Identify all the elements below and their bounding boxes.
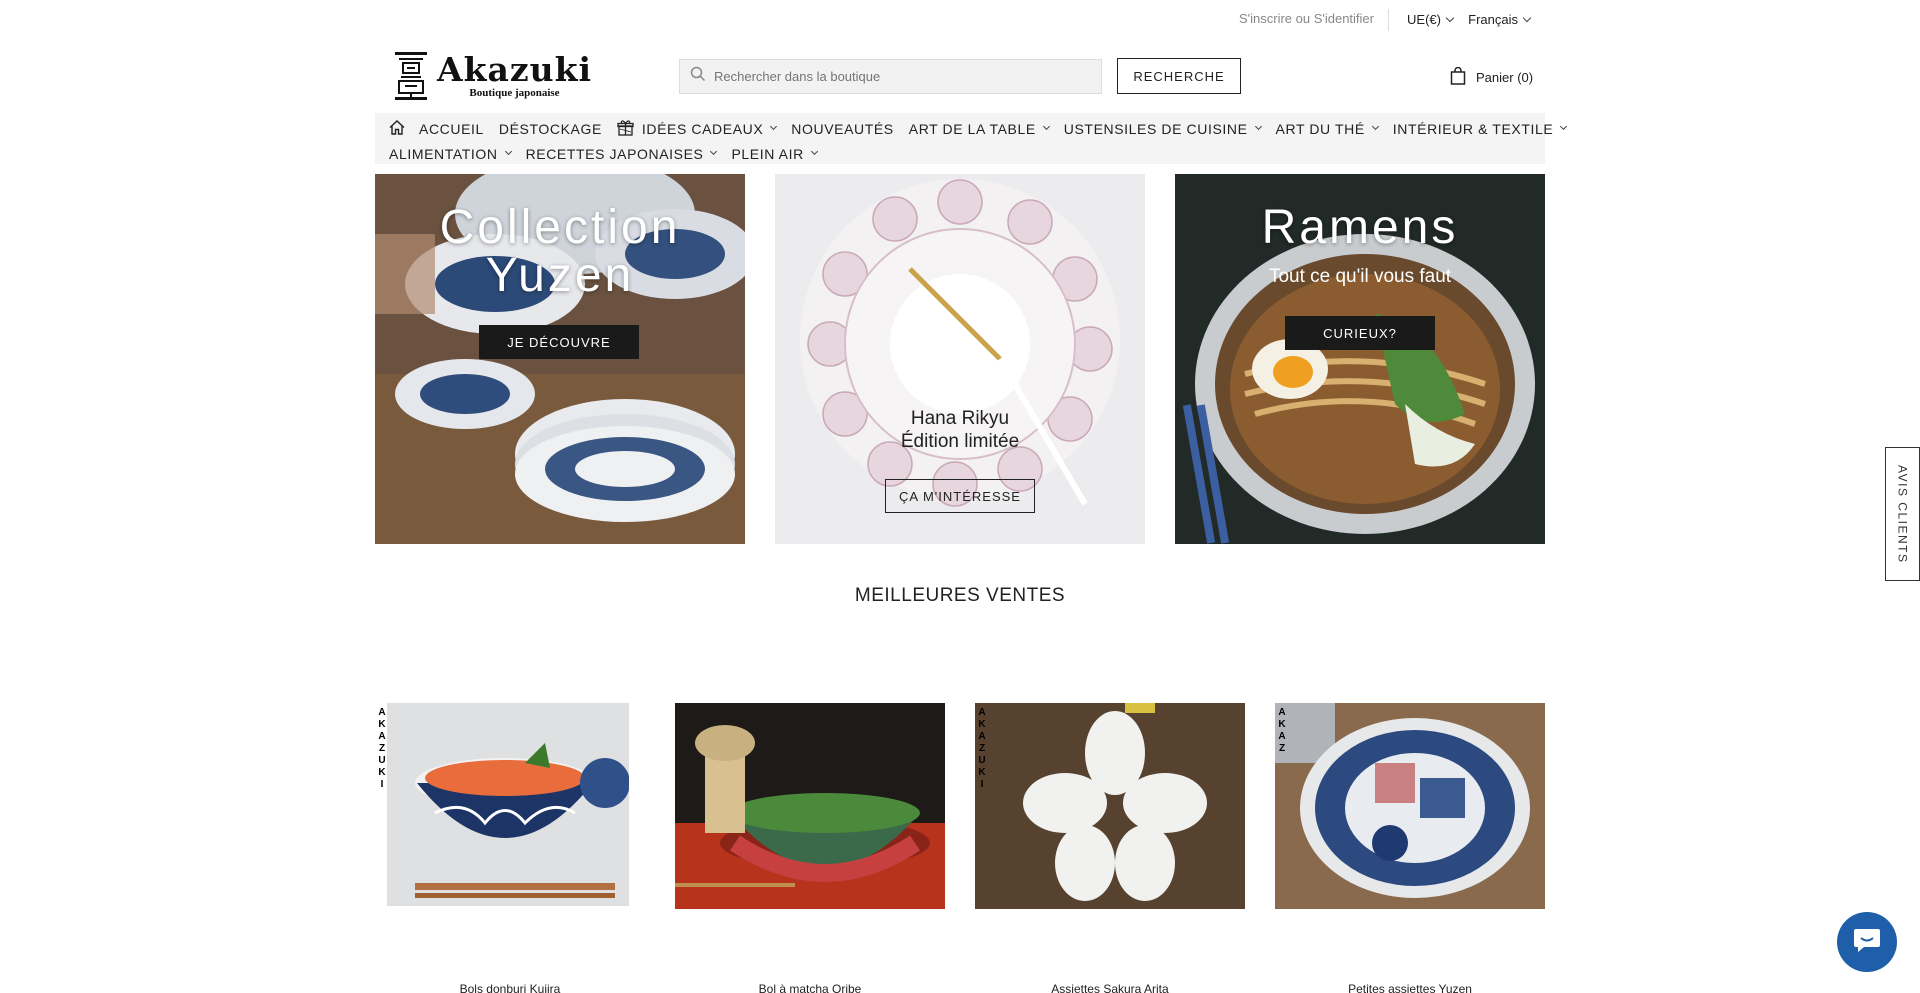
nav-item-label: ART DU THÉ	[1275, 120, 1365, 137]
product-name[interactable]: Assiettes Sakura Arita	[975, 982, 1245, 993]
home-link[interactable]	[389, 119, 405, 138]
nav-item-label: ACCUEIL	[419, 120, 484, 137]
nav-item-label: INTÉRIEUR & TEXTILE	[1392, 120, 1554, 137]
chat-button[interactable]	[1837, 912, 1897, 972]
banner-subtitle: Tout ce qu'il vous faut	[1268, 266, 1452, 287]
chevron-down-icon	[1042, 122, 1050, 131]
nav-item-nouveautes[interactable]: NOUVEAUTÉS	[791, 121, 893, 137]
product-image	[975, 703, 1245, 909]
chevron-down-icon	[810, 147, 818, 156]
chevron-down-icon	[1371, 122, 1379, 131]
nav-item-accueil[interactable]: ACCUEIL	[419, 121, 484, 137]
gift-icon	[617, 119, 634, 139]
product-card[interactable]: AKAZUKI	[375, 703, 629, 909]
banner-title-line1: Hana Rikyu	[910, 408, 1010, 429]
nav-item-label: IDÉES CADEAUX	[641, 120, 764, 137]
banner-collection-yuzen[interactable]: Collection Yuzen JE DÉCOUVRE	[375, 174, 745, 544]
logo-name: Akazuki	[437, 50, 592, 89]
nav-item-plein-air[interactable]: PLEIN AIR	[731, 145, 818, 162]
nav-item-recettes[interactable]: RECETTES JAPONAISES	[525, 145, 718, 162]
top-utility-bar: S'inscrire ou S'identifier UE(€) Françai…	[375, 0, 1545, 42]
product-name[interactable]: Bol à matcha Oribe	[675, 982, 945, 993]
cart-label: Panier (0)	[1476, 70, 1534, 85]
banner-hana-rikyu[interactable]: Hana Rikyu Édition limitée ÇA M'INTÉRESS…	[775, 174, 1145, 544]
nav-item-interieur-textile[interactable]: INTÉRIEUR & TEXTILE	[1392, 120, 1568, 137]
reviews-tab-label: AVIS CLIENTS	[1895, 464, 1910, 564]
nav-item-label: USTENSILES DE CUISINE	[1063, 120, 1248, 137]
banner-title: Collection Yuzen	[439, 201, 681, 302]
chevron-down-icon	[1254, 122, 1262, 131]
home-icon	[389, 119, 405, 138]
logo-emblem-icon	[393, 50, 429, 102]
site-logo[interactable]: Akazuki Boutique japonaise	[393, 50, 591, 102]
nav-item-idees-cadeaux[interactable]: IDÉES CADEAUX	[617, 119, 778, 139]
nav-item-art-de-la-table[interactable]: ART DE LA TABLE	[908, 120, 1050, 137]
product-brand-tag: AKAZ	[1278, 707, 1286, 754]
chevron-down-icon	[1445, 13, 1455, 22]
product-name[interactable]: Petites assiettes Yuzen	[1275, 982, 1545, 993]
nav-item-label: ART DE LA TABLE	[908, 120, 1036, 137]
divider	[1388, 9, 1389, 31]
product-card[interactable]	[675, 703, 945, 909]
product-image	[1275, 703, 1545, 909]
decouvrir-button[interactable]: JE DÉCOUVRE	[479, 325, 639, 359]
nav-item-label: RECETTES JAPONAISES	[525, 145, 704, 162]
nav-row-1: ACCUEIL DÉSTOCKAGE IDÉES CADEAUX NOUVEAU…	[389, 117, 1568, 140]
chevron-down-icon	[1522, 13, 1532, 22]
main-navigation: ACCUEIL DÉSTOCKAGE IDÉES CADEAUX NOUVEAU…	[375, 113, 1568, 165]
chevron-down-icon	[770, 122, 778, 131]
product-image	[675, 703, 945, 909]
product-name[interactable]: Bols donburi Kujira	[375, 982, 645, 993]
chevron-down-icon	[710, 147, 718, 156]
language-label: Français	[1468, 12, 1518, 27]
banner-ramens[interactable]: Ramens Tout ce qu'il vous faut CURIEUX?	[1175, 174, 1545, 544]
chevron-down-icon	[504, 147, 512, 156]
banner-title: Ramens	[1261, 201, 1459, 254]
nav-item-destockage[interactable]: DÉSTOCKAGE	[499, 121, 602, 137]
product-brand-tag: AKAZUKI	[978, 707, 986, 790]
customer-reviews-tab[interactable]: AVIS CLIENTS	[1885, 447, 1920, 581]
interesse-button[interactable]: ÇA M'INTÉRESSE	[885, 479, 1035, 513]
search-icon	[690, 66, 706, 87]
product-card[interactable]: AKAZ	[1275, 703, 1545, 909]
section-title-bestsellers: MEILLEURES VENTES	[854, 585, 1066, 606]
nav-item-art-du-the[interactable]: ART DU THÉ	[1275, 120, 1379, 137]
product-card[interactable]: AKAZUKI	[975, 703, 1245, 909]
chat-icon	[1852, 926, 1882, 959]
currency-selector[interactable]: UE(€)	[1407, 12, 1455, 27]
language-selector[interactable]: Français	[1468, 12, 1532, 27]
nav-item-label: ALIMENTATION	[389, 145, 498, 162]
nav-item-ustensiles[interactable]: USTENSILES DE CUISINE	[1063, 120, 1262, 137]
curieux-button[interactable]: CURIEUX?	[1285, 316, 1435, 350]
search-input[interactable]	[714, 69, 1094, 84]
signin-link[interactable]: S'inscrire ou S'identifier	[1239, 11, 1374, 26]
search-button[interactable]: RECHERCHE	[1117, 58, 1241, 94]
chevron-down-icon	[1560, 122, 1568, 131]
product-image	[375, 703, 629, 909]
cart-link[interactable]: Panier (0)	[1450, 66, 1534, 88]
search-bar	[679, 59, 1102, 94]
nav-item-label: NOUVEAUTÉS	[791, 120, 894, 137]
nav-item-label: PLEIN AIR	[731, 145, 804, 162]
nav-row-2: ALIMENTATION RECETTES JAPONAISES PLEIN A…	[389, 142, 1531, 165]
currency-label: UE(€)	[1407, 12, 1441, 27]
product-brand-tag: AKAZUKI	[378, 707, 386, 790]
nav-item-alimentation[interactable]: ALIMENTATION	[389, 145, 512, 162]
banner-title-line2: Édition limitée	[900, 431, 1020, 452]
nav-item-label: DÉSTOCKAGE	[498, 120, 602, 137]
shopping-bag-icon	[1450, 66, 1466, 88]
